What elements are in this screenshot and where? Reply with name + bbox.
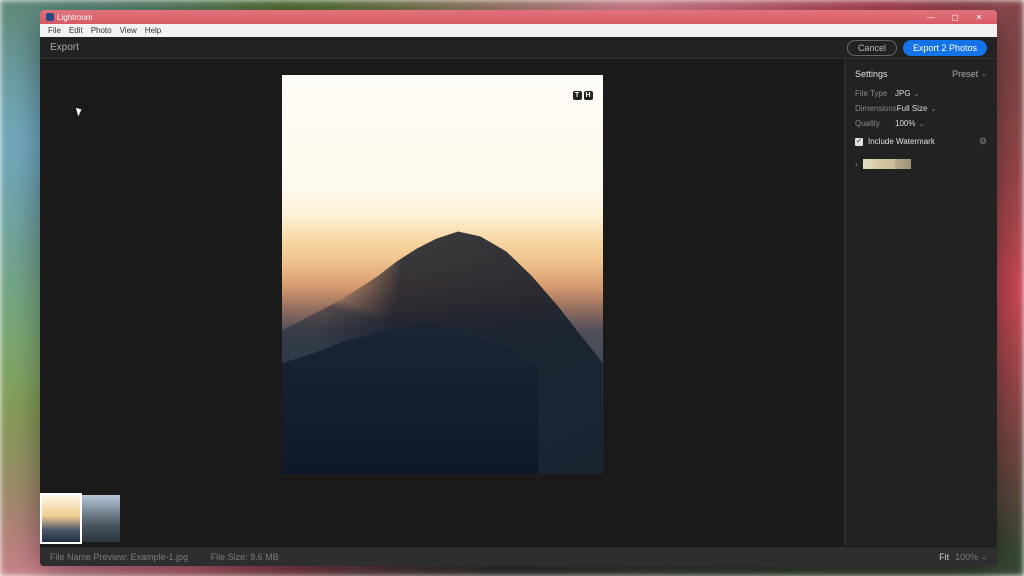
chevron-down-icon: ⌄ (981, 70, 987, 78)
dimensions-value[interactable]: Full Size ⌄ (897, 104, 937, 113)
setting-quality: Quality 100% ⌄ (855, 119, 987, 128)
chevron-right-icon: › (855, 160, 858, 169)
watermark-preview-row[interactable]: › (855, 159, 987, 169)
settings-panel: Settings Preset ⌄ File Type JPG ⌄ Dimens… (844, 59, 997, 546)
file-type-value[interactable]: JPG ⌄ (895, 89, 919, 98)
watermark-overlay: T H (573, 91, 593, 100)
filename-preview-label: File Name Preview: (50, 552, 128, 562)
setting-dimensions: Dimensions Full Size ⌄ (855, 104, 987, 113)
filesize-label: File Size: (211, 552, 248, 562)
window-minimize-button[interactable]: — (919, 13, 943, 22)
chevron-down-icon: ⌄ (930, 105, 936, 113)
app-name: Lightroom (57, 13, 93, 22)
watermark-char-1: T (573, 91, 582, 100)
quality-label: Quality (855, 119, 895, 128)
dimensions-label: Dimensions (855, 104, 897, 113)
chevron-down-icon: ⌄ (981, 553, 987, 561)
watermark-preview-thumb (863, 159, 911, 169)
window-maximize-button[interactable]: ▢ (943, 13, 967, 22)
zoom-value: 100% (955, 552, 978, 562)
include-watermark-row: Include Watermark ⚙ (855, 136, 987, 147)
photo-preview[interactable]: T H (282, 75, 603, 474)
quality-value[interactable]: 100% ⌄ (895, 119, 924, 128)
watermark-char-2: H (584, 91, 593, 100)
watermark-label: Include Watermark (868, 137, 974, 146)
filmstrip (40, 490, 844, 546)
chevron-down-icon: ⌄ (918, 120, 924, 128)
preset-label: Preset (952, 69, 978, 79)
filename-preview-value: Example-1.jpg (131, 552, 189, 562)
gear-icon[interactable]: ⚙ (979, 136, 987, 147)
app-icon (46, 13, 54, 21)
chevron-down-icon: ⌄ (914, 90, 920, 98)
thumbnail-1[interactable] (42, 495, 80, 542)
export-toolbar: Export Cancel Export 2 Photos (40, 37, 997, 59)
titlebar[interactable]: Lightroom — ▢ ✕ (40, 10, 997, 24)
canvas-zone: T H (40, 59, 844, 490)
menu-photo[interactable]: Photo (87, 26, 116, 35)
statusbar: File Name Preview: Example-1.jpg File Si… (40, 546, 997, 566)
export-button[interactable]: Export 2 Photos (903, 40, 987, 56)
preset-dropdown[interactable]: Preset ⌄ (952, 69, 987, 79)
window-close-button[interactable]: ✕ (967, 13, 991, 22)
content-area: T H Settings Preset ⌄ File Type (40, 59, 997, 546)
zoom-dropdown[interactable]: 100% ⌄ (955, 552, 987, 562)
watermark-checkbox[interactable] (855, 138, 863, 146)
menubar: File Edit Photo View Help (40, 24, 997, 37)
filesize-value: 9.6 MB (250, 552, 279, 562)
menu-edit[interactable]: Edit (65, 26, 87, 35)
thumbnail-2[interactable] (82, 495, 120, 542)
menu-file[interactable]: File (44, 26, 65, 35)
menu-help[interactable]: Help (141, 26, 165, 35)
settings-title: Settings (855, 69, 888, 79)
page-title: Export (50, 42, 79, 53)
file-type-label: File Type (855, 89, 895, 98)
preview-area: T H (40, 59, 844, 546)
menu-view[interactable]: View (116, 26, 141, 35)
lightroom-window: Lightroom — ▢ ✕ File Edit Photo View Hel… (40, 10, 997, 566)
setting-file-type: File Type JPG ⌄ (855, 89, 987, 98)
fit-button[interactable]: Fit (939, 552, 949, 562)
cancel-button[interactable]: Cancel (847, 40, 897, 56)
